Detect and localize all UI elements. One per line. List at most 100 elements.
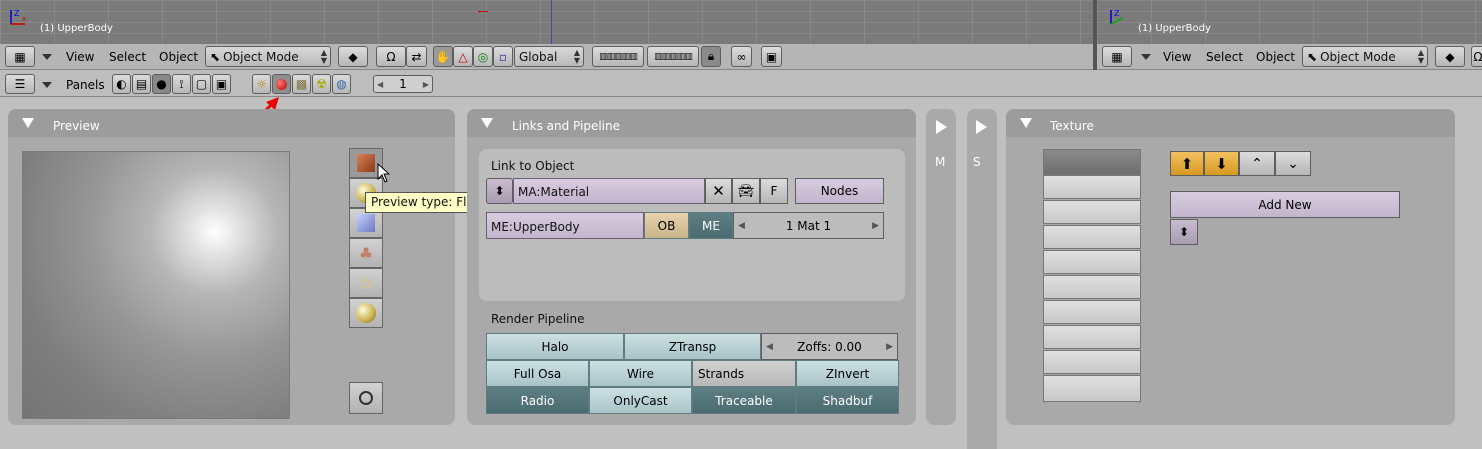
collapse-menu-icon[interactable]: [42, 82, 52, 88]
left-3d-viewport[interactable]: Z x (1) UpperBody: [0, 0, 1093, 44]
object-context-icon[interactable]: ⟟: [172, 74, 191, 94]
collapse-menu-icon[interactable]: [42, 54, 52, 60]
decrement-arrow-icon[interactable]: ◀: [377, 80, 383, 89]
texture-channel-slot[interactable]: [1043, 275, 1141, 299]
render-preview-icon[interactable]: ▣: [761, 46, 782, 67]
texture-channel-slot[interactable]: [1043, 149, 1141, 175]
translate-manipulator-icon[interactable]: △: [453, 46, 473, 67]
unlink-material-icon[interactable]: ✕: [705, 178, 732, 204]
logic-context-icon[interactable]: ◐: [112, 74, 131, 94]
auto-name-car-icon[interactable]: 🚘︎: [732, 178, 760, 204]
shading-context-icon[interactable]: ●: [152, 74, 171, 94]
add-new-texture-button[interactable]: Add New: [1170, 191, 1400, 218]
increment-arrow-icon[interactable]: ▶: [872, 221, 879, 231]
rotate-manipulator-icon[interactable]: ◎: [473, 46, 493, 67]
full-osa-toggle[interactable]: Full Osa: [486, 360, 589, 387]
strands-button[interactable]: Strands: [692, 360, 796, 387]
collapse-menu-icon[interactable]: [1141, 54, 1151, 60]
right-3d-viewport[interactable]: Z (1) UpperBody: [1097, 0, 1482, 44]
manipulator-toggle[interactable]: ⇄: [406, 46, 427, 67]
editor-type-grid-icon[interactable]: ▦: [1102, 46, 1132, 67]
frame-number-field[interactable]: ◀ 1 ▶: [373, 75, 433, 93]
scale-manipulator-icon[interactable]: ▫: [493, 46, 513, 67]
nodes-button[interactable]: Nodes: [795, 178, 884, 204]
paste-from-buffer-icon[interactable]: ⬇: [1204, 151, 1239, 176]
lamp-buttons-icon[interactable]: ☼: [252, 74, 271, 94]
texture-buttons-icon[interactable]: ▩: [292, 74, 311, 94]
menu-select[interactable]: Select: [109, 50, 146, 64]
texture-channel-slot[interactable]: [1043, 375, 1141, 402]
preview-refresh-button[interactable]: [349, 382, 383, 414]
mode-select[interactable]: ⬉ Object Mode ▲ ▼: [1302, 46, 1428, 67]
texture-channel-slot[interactable]: [1043, 225, 1141, 249]
editor-type-buttons-icon[interactable]: ☰: [5, 74, 35, 94]
decrement-arrow-icon[interactable]: ◀: [738, 221, 745, 231]
updown-arrows-icon: ▲ ▼: [573, 48, 580, 65]
preview-hair-button[interactable]: ✿: [349, 268, 383, 298]
texture-channel-slot[interactable]: [1043, 350, 1141, 374]
texture-browse-button[interactable]: ⬍: [1170, 219, 1198, 245]
menu-view[interactable]: View: [66, 50, 94, 64]
move-down-icon[interactable]: ⌄: [1275, 151, 1311, 176]
zoffs-field[interactable]: ◀ Zoffs: 0.00 ▶: [761, 333, 898, 360]
pivot-button[interactable]: Ω: [376, 46, 406, 67]
zinvert-toggle[interactable]: ZInvert: [796, 360, 899, 387]
draw-type-button[interactable]: ◆: [1435, 46, 1465, 67]
me-link-button[interactable]: ME: [689, 212, 733, 239]
move-up-icon[interactable]: ⌃: [1239, 151, 1275, 176]
preview-sky-sphere-button[interactable]: [349, 298, 383, 328]
world-buttons-icon[interactable]: ◍: [332, 74, 351, 94]
hand-manipulator-icon[interactable]: ✋: [433, 46, 453, 67]
increment-arrow-icon[interactable]: ▶: [886, 342, 893, 352]
radio-toggle[interactable]: Radio: [486, 387, 589, 414]
orientation-select[interactable]: Global ▲ ▼: [514, 46, 584, 67]
expand-triangle-icon[interactable]: [936, 120, 947, 134]
updown-arrows-icon: ▲ ▼: [320, 48, 327, 65]
texture-channel-slot[interactable]: [1043, 250, 1141, 274]
material-buttons-icon[interactable]: [272, 74, 291, 94]
preview-monkey-button[interactable]: ♣: [349, 238, 383, 268]
fake-user-button[interactable]: F: [760, 178, 788, 204]
material-index-field[interactable]: ◀ 1 Mat 1 ▶: [733, 212, 884, 239]
menu-object[interactable]: Object: [159, 50, 198, 64]
menu-object[interactable]: Object: [1256, 50, 1295, 64]
menu-view[interactable]: View: [1163, 50, 1191, 64]
material-browse-button[interactable]: ⬍: [486, 178, 513, 204]
ob-link-button[interactable]: OB: [644, 212, 689, 239]
decrement-arrow-icon[interactable]: ◀: [766, 342, 773, 352]
collapse-triangle-icon[interactable]: [22, 118, 34, 128]
copy-to-buffer-icon[interactable]: ⬆: [1170, 151, 1204, 176]
shadbuf-toggle[interactable]: Shadbuf: [796, 387, 899, 414]
pivot-button[interactable]: Ω: [1471, 46, 1482, 67]
script-context-icon[interactable]: ▤: [132, 74, 151, 94]
link-layers-icon[interactable]: ∞: [731, 46, 752, 67]
lock-icon[interactable]: 🔒︎: [701, 46, 721, 67]
editor-type-grid-icon[interactable]: ▦: [5, 46, 35, 67]
increment-arrow-icon[interactable]: ▶: [423, 80, 429, 89]
layer-buttons-left[interactable]: ▥▥▥▥▥: [592, 46, 644, 67]
collapse-triangle-icon[interactable]: [1020, 118, 1032, 128]
menu-select[interactable]: Select: [1206, 50, 1243, 64]
editing-context-icon[interactable]: ▢: [192, 74, 211, 94]
texture-channel-slot[interactable]: [1043, 175, 1141, 199]
texture-channel-slot[interactable]: [1043, 300, 1141, 324]
material-name-field[interactable]: MA:Material: [513, 178, 705, 204]
mesh-link-field[interactable]: ME:UpperBody: [486, 212, 644, 239]
traceable-toggle[interactable]: Traceable: [692, 387, 796, 414]
texture-channel-slot[interactable]: [1043, 200, 1141, 224]
collapse-triangle-icon[interactable]: [481, 118, 493, 128]
expand-triangle-icon[interactable]: [976, 120, 987, 134]
mode-select[interactable]: ⬉ Object Mode ▲ ▼: [205, 46, 331, 67]
wire-toggle[interactable]: Wire: [589, 360, 692, 387]
collapsed-panel-m[interactable]: M: [926, 109, 956, 425]
ztransp-toggle[interactable]: ZTransp: [624, 333, 761, 360]
collapsed-panel-s[interactable]: S: [967, 109, 997, 449]
texture-channel-slot[interactable]: [1043, 325, 1141, 349]
scene-context-icon[interactable]: ▣: [212, 74, 231, 94]
draw-type-button[interactable]: ◆: [338, 46, 368, 67]
layer-buttons-right[interactable]: ▥▥▥▥▥: [647, 46, 699, 67]
mode-select-label: Object Mode: [223, 49, 299, 64]
onlycast-toggle[interactable]: OnlyCast: [589, 387, 692, 414]
radiosity-buttons-icon[interactable]: ☢: [312, 74, 331, 94]
halo-toggle[interactable]: Halo: [486, 333, 624, 360]
